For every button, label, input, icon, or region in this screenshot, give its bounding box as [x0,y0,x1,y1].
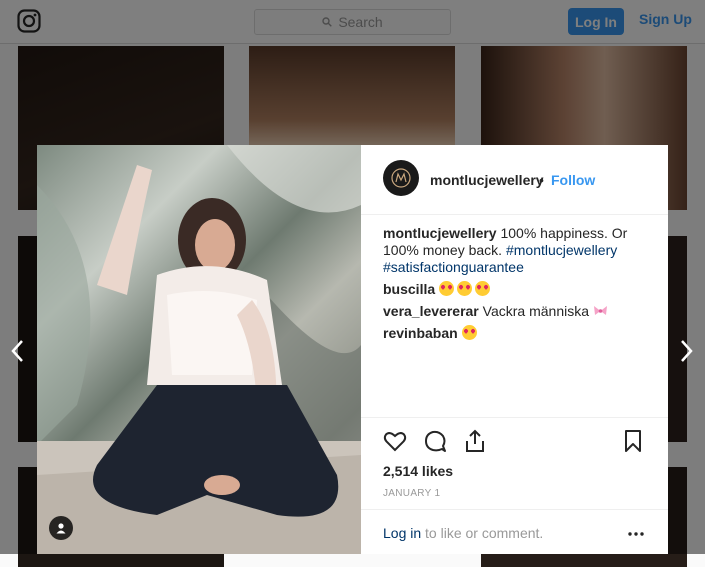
heart-icon[interactable] [383,429,407,453]
comment-username[interactable]: vera_levererar [383,303,479,319]
comment-icon[interactable] [423,429,447,453]
hashtag-link[interactable]: #satisfactionguarantee [383,259,524,275]
comment-text: Vackra människa [478,303,593,319]
login-prompt: Log in to like or comment. [383,525,543,541]
post-modal: montlucjewellery • Follow montlucjewelle… [37,145,668,554]
divider [361,417,668,418]
heart-eyes-emoji-icon [461,325,477,340]
share-icon[interactable] [463,429,487,453]
more-options-icon[interactable] [627,526,645,542]
heart-eyes-emoji-icon [439,281,455,296]
previous-post-arrow[interactable] [7,337,27,365]
caption: montlucjewellery 100% happiness. Or 100%… [383,225,653,276]
login-link[interactable]: Log in [383,525,421,541]
follow-button[interactable]: Follow [551,172,595,188]
post-username[interactable]: montlucjewellery [430,172,544,188]
separator-dot: • [539,172,544,188]
post-date[interactable]: JANUARY 1 [383,488,440,499]
heart-eyes-emoji-icon [457,281,473,296]
post-sidebar: montlucjewellery • Follow montlucjewelle… [361,145,668,554]
divider [361,509,668,510]
comment-item: buscilla [383,281,653,298]
bookmark-icon[interactable] [621,429,645,453]
brand-logo-icon [391,168,411,188]
comment-username[interactable]: buscilla [383,281,435,297]
post-photo[interactable] [37,145,361,554]
user-tag-button[interactable] [49,516,73,540]
ribbon-emoji-icon [593,306,607,315]
login-prompt-text: to like or comment. [421,525,544,541]
post-header: montlucjewellery • Follow [361,145,668,215]
comment-item: vera_levererar Vackra människa [383,303,653,320]
caption-username[interactable]: montlucjewellery [383,225,497,241]
chevron-right-icon [681,340,693,362]
comment-item: revinbaban [383,325,653,342]
user-icon [56,523,66,534]
avatar[interactable] [383,160,419,196]
hashtag-link[interactable]: #montlucjewellery [506,242,617,258]
heart-eyes-emoji-icon [475,281,491,296]
photo-illustration [37,145,361,554]
chevron-left-icon [11,340,23,362]
likes-count[interactable]: 2,514 likes [383,463,453,479]
comment-list: montlucjewellery 100% happiness. Or 100%… [383,225,653,347]
comment-text [458,325,462,341]
next-post-arrow[interactable] [677,337,697,365]
comment-username[interactable]: revinbaban [383,325,458,341]
